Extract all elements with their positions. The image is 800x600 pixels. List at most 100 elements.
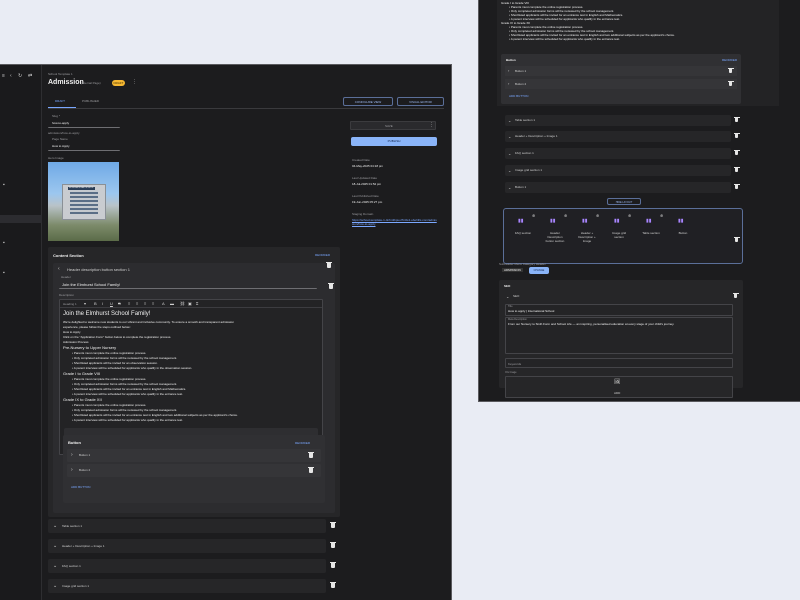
- trash-icon[interactable]: [330, 582, 336, 588]
- slug-input[interactable]: how-to-apply: [48, 119, 120, 128]
- save-button[interactable]: SAVE: [350, 121, 436, 130]
- seo-title-input[interactable]: Title How to apply | International Schoo…: [505, 304, 733, 316]
- back-icon[interactable]: ‹: [10, 74, 12, 79]
- trash-icon[interactable]: [734, 117, 740, 122]
- menu-icon[interactable]: ≡: [2, 74, 5, 79]
- align-center-icon[interactable]: ≡: [136, 301, 138, 306]
- trash-icon[interactable]: [308, 452, 314, 458]
- trash-icon[interactable]: [728, 81, 734, 86]
- add-button[interactable]: ADD BUTTON: [509, 94, 528, 98]
- sidebar-icon-2[interactable]: ▪: [3, 241, 5, 246]
- page-name-input[interactable]: How to Apply: [48, 142, 120, 151]
- publish-button[interactable]: PUBLISH: [351, 137, 437, 146]
- section-table[interactable]: ⌄ Table section 1: [505, 115, 731, 126]
- italic-icon[interactable]: I: [102, 301, 103, 306]
- chevron-down-icon[interactable]: ⌄: [53, 564, 57, 569]
- trash-icon[interactable]: [330, 542, 336, 548]
- hide-layout-button[interactable]: HIDE LAYOUT: [607, 198, 641, 205]
- trash-icon[interactable]: [330, 562, 336, 568]
- link-icon[interactable]: ⛓: [180, 301, 185, 306]
- sidebar-icon-1[interactable]: ▪: [3, 183, 5, 188]
- align-left-icon[interactable]: ≡: [128, 301, 130, 306]
- more-vert-icon-2[interactable]: ⋮: [429, 123, 434, 128]
- section-faq[interactable]: ⌄ FAQ section 1: [48, 559, 326, 573]
- trash-icon[interactable]: [330, 522, 336, 528]
- trash-icon[interactable]: [308, 467, 314, 473]
- breadcrumb[interactable]: School Template 1: [48, 72, 73, 76]
- button-reorder[interactable]: REORDER: [295, 441, 310, 445]
- strike-icon[interactable]: S: [118, 301, 121, 306]
- change-button[interactable]: CHANGE: [529, 267, 549, 274]
- chevron-down-icon[interactable]: ⌄: [53, 544, 57, 549]
- section-header-description-image[interactable]: ⌄ Header + Description + Image 1: [48, 539, 326, 553]
- trash-icon[interactable]: [734, 133, 740, 138]
- chevron-down-icon[interactable]: ⌄: [53, 524, 57, 529]
- chevron-down-icon[interactable]: ⌄: [53, 584, 57, 589]
- text-color-icon[interactable]: A: [162, 301, 165, 306]
- header-input[interactable]: Join the Elmhurst School Family!: [59, 280, 317, 289]
- chevron-left-icon[interactable]: ‹: [58, 267, 60, 272]
- hero-image[interactable]: INTERNATIONAL SCHOOL: [48, 162, 119, 241]
- tab-published[interactable]: PUBLISHED: [82, 99, 99, 103]
- underline-icon[interactable]: U: [110, 301, 113, 306]
- refresh-icon[interactable]: ↻: [18, 74, 22, 79]
- tab-draft[interactable]: DRAFT: [55, 99, 65, 103]
- meta-description-input[interactable]: Meta Description From our Nursery to Six…: [505, 317, 733, 354]
- chevron-down-icon[interactable]: ⌄: [508, 185, 511, 190]
- chevron-right-icon[interactable]: ›: [508, 81, 509, 86]
- trash-icon[interactable]: [728, 68, 734, 73]
- trash-icon[interactable]: [733, 293, 739, 298]
- button-reorder[interactable]: REORDER: [722, 58, 737, 62]
- trash-icon[interactable]: [734, 237, 740, 242]
- staging-link[interactable]: https://school-template-1-4nfm3bpuo7bi3w…: [352, 218, 438, 226]
- layout-image-grid[interactable]: ▮▮ Image grid section: [606, 216, 632, 256]
- code-icon[interactable]: ⌗: [196, 301, 198, 306]
- keywords-input[interactable]: Keywords: [505, 358, 733, 368]
- section-faq[interactable]: ⌄ FAQ section 1: [505, 148, 731, 159]
- bold-icon[interactable]: B: [94, 301, 97, 306]
- layout-header-description-image[interactable]: ▮▮ Header + Description + Image: [574, 216, 600, 256]
- rich-text-editor[interactable]: Heading 1 ▾ B I U S ≡ ≡ ≡ ≡ A ▬ ⛓ ▣ ⌗ Jo…: [59, 299, 323, 455]
- reorder-button[interactable]: REORDER: [315, 253, 330, 257]
- trash-icon[interactable]: [326, 262, 332, 268]
- sidebar-icon-3[interactable]: ▪: [3, 271, 5, 276]
- button-item-1[interactable]: › Button 1: [505, 66, 737, 76]
- configure-view-button[interactable]: CONFIGURE VIEW: [343, 97, 393, 106]
- layout-faq[interactable]: ▮▮ FAQ section: [510, 216, 536, 256]
- button-item-1[interactable]: › Button 1: [67, 449, 321, 462]
- image-icon[interactable]: ▣: [188, 301, 192, 306]
- add-circle-icon[interactable]: ⊕: [596, 213, 599, 218]
- button-item-2[interactable]: › Button 2: [505, 79, 737, 89]
- chevron-down-icon[interactable]: ⌄: [508, 134, 511, 139]
- chevron-down-icon[interactable]: ⌄: [508, 168, 511, 173]
- chevron-right-icon[interactable]: ›: [71, 453, 73, 458]
- chevron-right-icon[interactable]: ›: [71, 468, 73, 473]
- chevron-right-icon[interactable]: ›: [508, 68, 509, 73]
- layout-table[interactable]: ▮▮ Table section: [638, 216, 664, 256]
- trash-icon[interactable]: [734, 167, 740, 172]
- add-circle-icon[interactable]: ⊕: [532, 213, 535, 218]
- chevron-down-icon[interactable]: ▾: [84, 301, 86, 306]
- add-circle-icon[interactable]: ⊕: [660, 213, 663, 218]
- layout-header-description-button[interactable]: ▮▮ Header Description button section: [542, 216, 568, 256]
- section-button[interactable]: ⌄ Button 1: [505, 182, 731, 193]
- trash-icon[interactable]: [328, 283, 334, 289]
- section-image-grid[interactable]: ⌄ Image grid section 1: [505, 165, 731, 176]
- section-table[interactable]: ⌄ Table section 1: [48, 519, 326, 533]
- highlight-icon[interactable]: ▬: [170, 301, 174, 306]
- sidebar-active-item[interactable]: [0, 215, 42, 223]
- add-circle-icon[interactable]: ⊕: [564, 213, 567, 218]
- more-vert-icon[interactable]: ⋮: [132, 80, 137, 85]
- trash-icon[interactable]: [734, 184, 740, 189]
- layout-button[interactable]: ▮▮ Button: [670, 216, 696, 256]
- button-item-2[interactable]: › Button 2: [67, 464, 321, 477]
- align-right-icon[interactable]: ≡: [144, 301, 146, 306]
- chevron-down-icon[interactable]: ⌄: [508, 118, 511, 123]
- section-image-grid[interactable]: ⌄ Image grid section 1: [48, 579, 326, 593]
- add-button[interactable]: ADD BUTTON: [71, 485, 90, 489]
- chevron-down-icon[interactable]: ⌄: [506, 294, 509, 299]
- visual-editor-button[interactable]: VISUAL EDITOR: [397, 97, 444, 106]
- add-circle-icon[interactable]: ⊕: [628, 213, 631, 218]
- trash-icon[interactable]: [734, 150, 740, 155]
- align-justify-icon[interactable]: ≡: [152, 301, 154, 306]
